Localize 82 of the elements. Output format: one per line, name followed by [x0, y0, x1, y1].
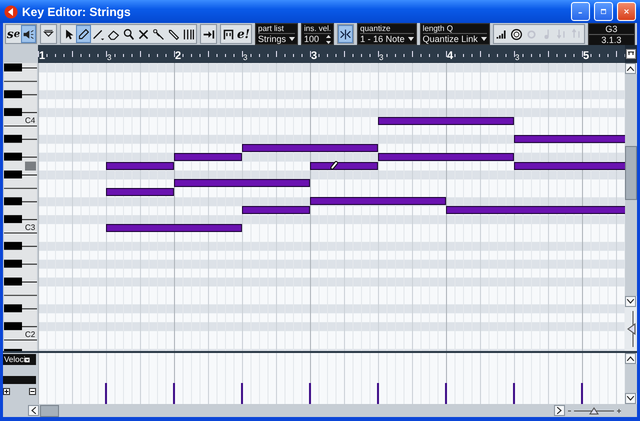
toolbar-button[interactable]: [21, 25, 36, 43]
scrollbar-thumb[interactable]: [40, 405, 59, 417]
field-value: 100: [304, 34, 320, 44]
scroll-up-button[interactable]: [625, 63, 636, 74]
pitch-readout: G3: [604, 24, 618, 34]
midi-note[interactable]: [174, 179, 310, 188]
dropdown-caret-icon[interactable]: [25, 356, 30, 364]
collapse-arrows-icon: [339, 28, 352, 40]
field-value: Strings: [258, 34, 286, 44]
midi-note[interactable]: [242, 206, 310, 214]
dropdown-caret-icon[interactable]: [480, 37, 487, 41]
pencil-icon: [77, 28, 90, 40]
toolbar-field[interactable]: quantize 1 - 16 Note: [357, 23, 417, 45]
midi-note[interactable]: [106, 188, 174, 196]
eraser-icon: [107, 28, 120, 40]
bar-number: 1: [39, 51, 46, 62]
toolbar-button[interactable]: e!: [236, 25, 251, 43]
close-icon: [624, 7, 629, 16]
scissors-icon: [152, 28, 165, 40]
field-value: Quantize Link: [422, 34, 478, 44]
scroll-left-button[interactable]: [28, 405, 39, 416]
steps-icon: [494, 28, 508, 40]
vertical-scrollbar[interactable]: [625, 364, 637, 393]
bar-number: 5: [583, 51, 590, 62]
controller-lane-dropdown[interactable]: Veloci: [3, 354, 36, 365]
scroll-down-button[interactable]: [625, 296, 636, 307]
maximize-icon: [601, 7, 606, 16]
vertical-bars-icon: [182, 28, 195, 40]
toolbar-field[interactable]: ins. vel. 100: [301, 23, 334, 45]
scroll-down-button[interactable]: [625, 393, 636, 404]
octave-label: C3: [25, 224, 36, 232]
line-icon: [92, 28, 105, 40]
toolbar-field[interactable]: part list Strings: [255, 23, 298, 45]
toolbar-field[interactable]: length Q Quantize Link: [420, 23, 490, 45]
minimize-button[interactable]: [571, 2, 590, 21]
speaker-icon: [22, 28, 35, 40]
pencil-cursor-icon: [330, 161, 338, 171]
field-label: length Q: [422, 24, 487, 34]
field-label: ins. vel.: [304, 24, 332, 34]
midi-note[interactable]: [310, 197, 446, 206]
dropdown-caret-icon[interactable]: [289, 37, 296, 41]
vertical-scrollbar[interactable]: [625, 74, 637, 296]
x-icon: [137, 28, 150, 40]
scrollbar-thumb[interactable]: [625, 146, 637, 200]
midi-note[interactable]: [378, 117, 514, 126]
minus-icon[interactable]: [29, 388, 36, 395]
octave-label: C4: [25, 117, 36, 126]
bracket-icon: [222, 28, 235, 40]
toolbar-button[interactable]: [76, 25, 91, 43]
close-button[interactable]: [617, 2, 636, 21]
field-label: part list: [258, 24, 296, 34]
window-title: Key Editor: Strings: [22, 4, 132, 18]
octave-label: C2: [25, 331, 36, 340]
field-label: quantize: [360, 24, 414, 34]
beat-number: 3: [379, 54, 384, 62]
dropdown-caret-icon[interactable]: [408, 37, 414, 41]
slider-thumb[interactable]: [589, 407, 599, 414]
midi-note[interactable]: [106, 162, 174, 170]
ruler-settings-icon[interactable]: [626, 49, 636, 59]
scroll-up-button[interactable]: [625, 353, 636, 364]
spinner-arrows-icon[interactable]: [326, 34, 332, 44]
glue-tube-icon: [167, 28, 180, 40]
plus-icon[interactable]: [3, 388, 10, 395]
maximize-button[interactable]: [594, 2, 613, 21]
midi-note[interactable]: [310, 162, 378, 170]
value-display: [3, 376, 36, 384]
bar-number: 2: [175, 51, 182, 62]
beat-number: 3: [515, 54, 520, 62]
app-logo-icon: [4, 4, 18, 18]
time-ruler[interactable]: 1 3 2 3 3 3 4 3 5: [38, 45, 625, 63]
knob-icon: [510, 28, 523, 40]
beat-number: 3: [107, 54, 112, 62]
magnifier-icon: [122, 28, 135, 40]
bar-number: 3: [311, 51, 318, 62]
bar-number: 4: [447, 51, 454, 62]
arrow-to-bar-icon: [202, 28, 215, 40]
beat-number: 3: [243, 54, 248, 62]
midi-note[interactable]: [106, 224, 242, 232]
field-value: 1 - 16 Note: [360, 34, 405, 44]
slider-thumb[interactable]: [627, 323, 636, 335]
scroll-right-button[interactable]: [554, 405, 565, 416]
piano-keyboard-drawing[interactable]: [4, 63, 37, 351]
